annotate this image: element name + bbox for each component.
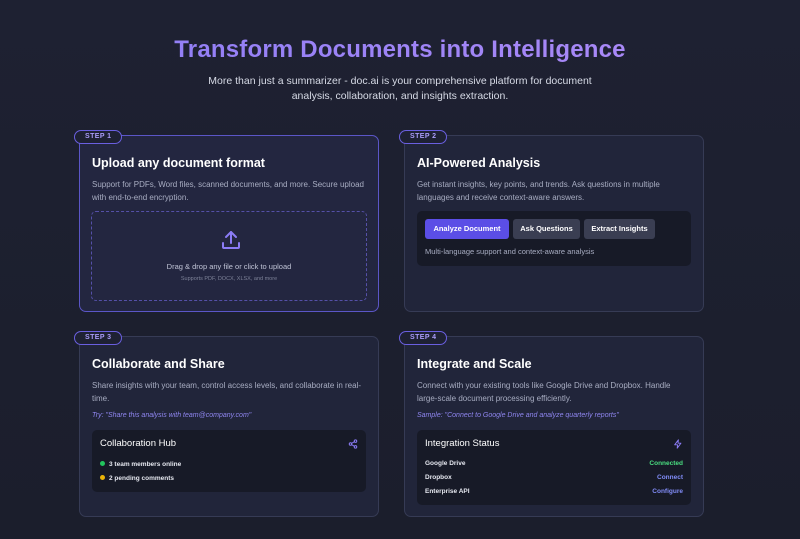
ask-questions-button[interactable]: Ask Questions [513, 219, 580, 239]
integration-name: Enterprise API [425, 488, 470, 495]
card-title: AI-Powered Analysis [417, 156, 541, 170]
upload-dropzone[interactable]: Drag & drop any file or click to upload … [91, 211, 367, 301]
step-badge: STEP 2 [399, 130, 448, 144]
step-card-analysis: STEP 2 AI-Powered Analysis Get instant i… [399, 130, 704, 312]
hero-title: Transform Documents into Intelligence [0, 36, 800, 64]
analysis-note: Multi-language support and context-aware… [425, 247, 595, 256]
hero-subtitle: More than just a summarizer - doc.ai is … [208, 75, 592, 102]
lightning-icon [674, 439, 682, 449]
integration-row: Dropbox Connect [425, 474, 683, 484]
card-title: Integrate and Scale [417, 357, 532, 371]
upload-instruction: Drag & drop any file or click to upload [166, 262, 292, 271]
card-description: Support for PDFs, Word files, scanned do… [92, 180, 364, 202]
status-comments: 2 pending comments [100, 475, 174, 482]
step-badge: STEP 3 [74, 331, 123, 345]
integration-status: Connected [649, 460, 683, 467]
analysis-panel: Analyze Document Ask Questions Extract I… [417, 211, 691, 266]
step-badge: STEP 4 [399, 331, 448, 345]
upload-icon [222, 231, 240, 249]
integration-title: Integration Status [425, 438, 500, 449]
step-card-upload: STEP 1 Upload any document format Suppor… [74, 130, 379, 312]
integration-name: Dropbox [425, 474, 452, 481]
extract-insights-button[interactable]: Extract Insights [584, 219, 655, 239]
card-title: Collaborate and Share [92, 357, 225, 371]
sample-example: Sample: "Connect to Google Drive and ana… [417, 412, 619, 419]
analyze-document-button[interactable]: Analyze Document [425, 219, 509, 239]
share-icon[interactable] [348, 439, 358, 449]
online-dot-icon [100, 461, 105, 466]
card-description: Get instant insights, key points, and tr… [417, 180, 660, 202]
card-title: Upload any document format [92, 156, 265, 170]
hub-title: Collaboration Hub [100, 438, 177, 449]
card-description: Share insights with your team, control a… [92, 381, 362, 403]
integration-row: Enterprise API Configure [425, 488, 683, 498]
pending-dot-icon [100, 475, 105, 480]
step-card-integrate: STEP 4 Integrate and Scale Connect with … [399, 331, 704, 517]
step-card-collaborate: STEP 3 Collaborate and Share Share insig… [74, 331, 379, 517]
connect-link[interactable]: Connect [657, 474, 683, 481]
status-online: 3 team members online [100, 461, 181, 468]
try-example: Try: "Share this analysis with team@comp… [92, 412, 252, 419]
collaboration-hub: Collaboration Hub 3 team members online … [92, 430, 366, 492]
integration-row: Google Drive Connected [425, 460, 683, 470]
step-badge: STEP 1 [74, 130, 123, 144]
integration-name: Google Drive [425, 460, 466, 467]
integration-status-panel: Integration Status Google Drive Connecte… [417, 430, 691, 505]
upload-supported-formats: Supports PDF, DOCX, XLSX, and more [180, 276, 278, 282]
card-description: Connect with your existing tools like Go… [417, 381, 671, 403]
configure-link[interactable]: Configure [652, 488, 683, 495]
